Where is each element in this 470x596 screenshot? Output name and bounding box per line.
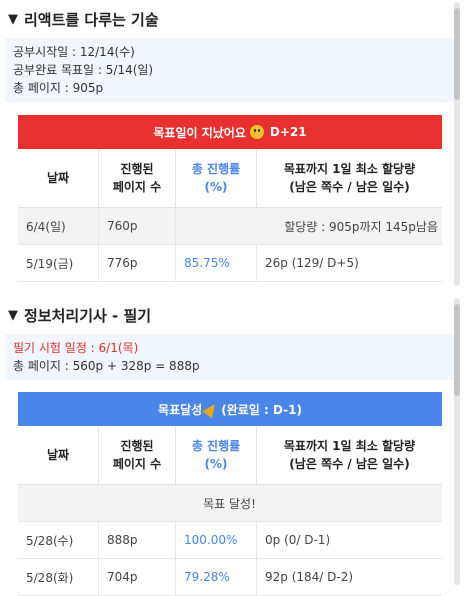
start-date: 공부시작일 : 12/14(수) xyxy=(13,45,135,59)
col-pages: 진행된 페이지 수 xyxy=(98,149,176,208)
total-pages: 총 페이지 : 905p xyxy=(13,81,104,95)
progress-table: 목표일이 지났어요 D+21 날짜 진행된 페이지 수 총 진행률 (%) 목표까지… xyxy=(18,115,442,282)
row-pages: 704p xyxy=(98,558,176,596)
scrollbar-thumb[interactable] xyxy=(454,304,460,396)
info-box: 공부시작일 : 12/14(수) 공부완료 목표일 : 5/14(일) 총 페이… xyxy=(5,38,455,102)
col-quota: 목표까지 1일 최소 할당량 (남은 쪽수 / 남은 일수) xyxy=(256,149,442,208)
section-header[interactable]: ▼ 정보처리기사 - 필기 xyxy=(0,296,462,334)
total-pages: 총 페이지 : 560p + 328p = 888p xyxy=(13,359,200,373)
scrollbar[interactable] xyxy=(454,2,460,286)
scrollbar[interactable] xyxy=(454,298,460,585)
scrollbar-thumb[interactable] xyxy=(454,8,460,100)
collapse-triangle-icon[interactable]: ▼ xyxy=(8,12,18,27)
info-box: 필기 시험 일정 : 6/1(목) 총 페이지 : 560p + 328p = … xyxy=(5,334,455,380)
today-pages[interactable]: 760p xyxy=(98,207,176,245)
section-title: 리액트를 다루는 기술 xyxy=(24,10,159,29)
today-row: 6/4(일) 760p 할당량 : 905p까지 145p남음 xyxy=(18,207,442,245)
sad-face-icon xyxy=(249,125,264,139)
today-date: 6/4(일) xyxy=(18,207,99,245)
study-section-react: ▼ 리액트를 다루는 기술 공부시작일 : 12/14(수) 공부완료 목표일 … xyxy=(0,0,462,288)
table-row: 5/19(금) 776p 85.75% 26p (129/ D+5) xyxy=(18,244,442,282)
row-date: 5/28(수) xyxy=(18,521,99,559)
goal-row: 목표 달성! xyxy=(18,484,442,522)
banner-dday: D+21 xyxy=(269,125,307,139)
table-row: 5/28(화) 704p 79.28% 92p (184/ D-2) xyxy=(18,558,442,596)
row-quota: 26p (129/ D+5) xyxy=(256,244,442,282)
row-pages: 888p xyxy=(98,521,176,559)
col-date: 날짜 xyxy=(18,426,99,485)
col-progress: 총 진행률 (%) xyxy=(175,426,257,485)
today-note: 할당량 : 905p까지 145p남음 xyxy=(175,207,442,245)
row-date: 5/28(화) xyxy=(18,558,99,596)
row-pages: 776p xyxy=(98,244,176,282)
section-title: 정보처리기사 - 필기 xyxy=(24,306,152,325)
banner-text: 목표일이 지났어요 xyxy=(153,125,246,140)
col-progress: 총 진행률 (%) xyxy=(175,149,257,208)
goal-text: 목표 달성! xyxy=(18,484,442,522)
study-section-exam: ▼ 정보처리기사 - 필기 필기 시험 일정 : 6/1(목) 총 페이지 : … xyxy=(0,296,462,596)
row-pct: 85.75% xyxy=(175,244,257,282)
collapse-triangle-icon[interactable]: ▼ xyxy=(8,308,18,323)
col-date: 날짜 xyxy=(18,149,99,208)
status-banner: 목표일이 지났어요 D+21 xyxy=(18,115,442,149)
row-pct: 79.28% xyxy=(175,558,257,596)
progress-table: 목표달성 (완료일 : D-1) 날짜 진행된 페이지 수 총 진행률 (%) 목표… xyxy=(18,392,442,596)
row-quota: 92p (184/ D-2) xyxy=(256,558,442,596)
col-quota: 목표까지 1일 최소 할당량 (남은 쪽수 / 남은 일수) xyxy=(256,426,442,485)
section-header[interactable]: ▼ 리액트를 다루는 기술 xyxy=(0,0,462,38)
col-pages: 진행된 페이지 수 xyxy=(98,426,176,485)
row-pct: 100.00% xyxy=(175,521,257,559)
party-popper-icon xyxy=(202,400,220,418)
row-quota: 0p (0/ D-1) xyxy=(256,521,442,559)
goal-date: 공부완료 목표일 : 5/14(일) xyxy=(13,63,154,77)
table-row: 5/28(수) 888p 100.00% 0p (0/ D-1) xyxy=(18,521,442,559)
exam-date: 필기 시험 일정 : 6/1(목) xyxy=(13,341,139,355)
banner-suffix: (완료일 : D-1) xyxy=(221,402,302,417)
banner-text: 목표달성 xyxy=(158,402,203,417)
status-banner: 목표달성 (완료일 : D-1) xyxy=(18,392,442,426)
row-date: 5/19(금) xyxy=(18,244,99,282)
